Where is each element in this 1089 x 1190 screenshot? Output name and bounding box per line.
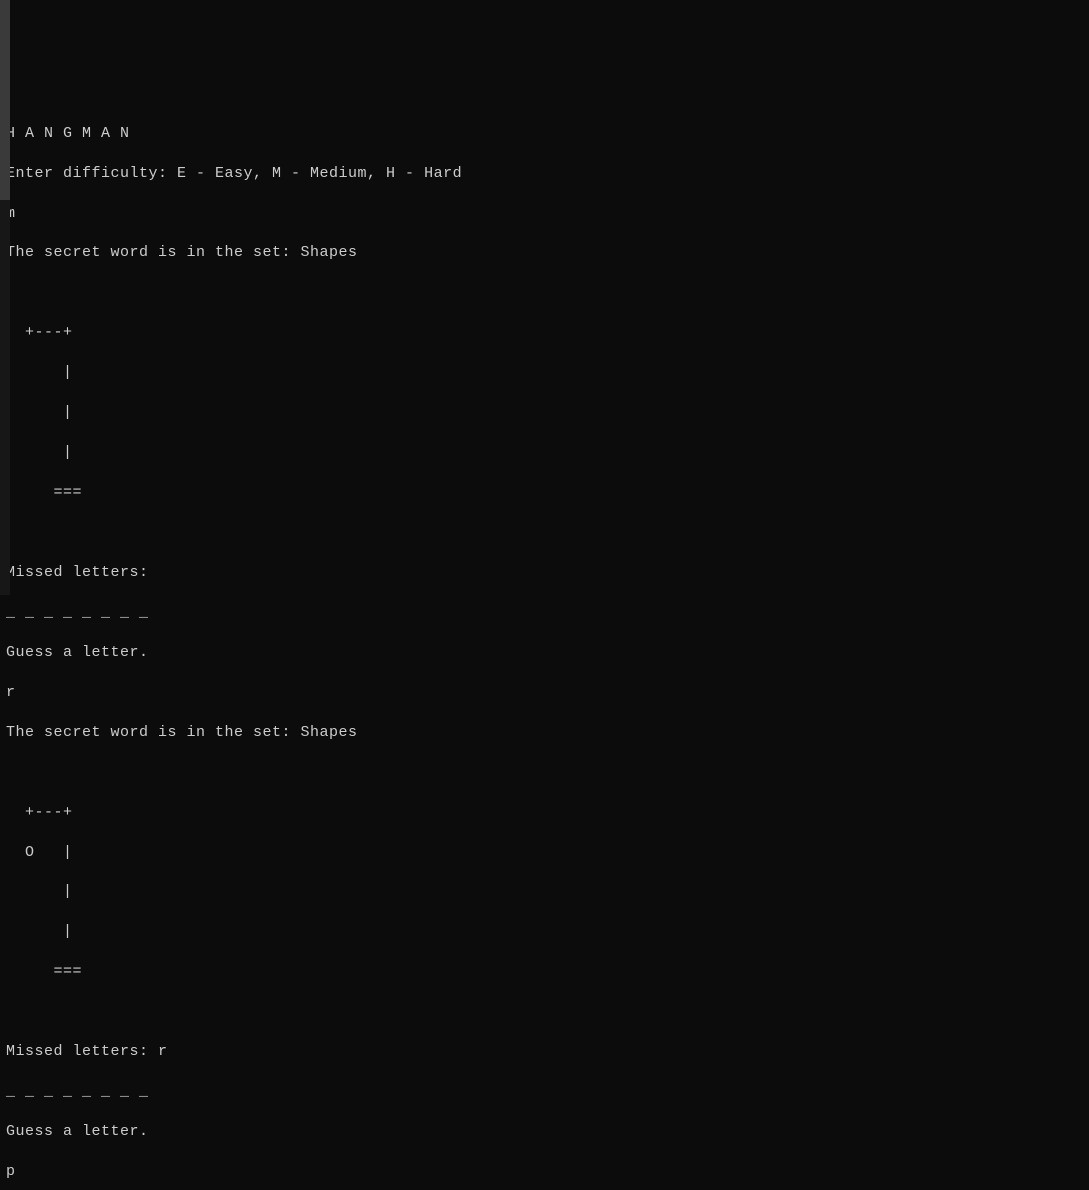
guess-prompt: Guess a letter.: [6, 1122, 1083, 1142]
guess-input: p: [6, 1162, 1083, 1182]
gallows-line: ===: [6, 962, 1083, 982]
gallows-line: +---+: [6, 323, 1083, 343]
blank-line: [6, 523, 1083, 543]
game-title: H A N G M A N: [6, 124, 1083, 144]
set-hint: The secret word is in the set: Shapes: [6, 243, 1083, 263]
scrollbar-thumb[interactable]: [0, 0, 10, 200]
gallows-line: |: [6, 403, 1083, 423]
gallows-line: O |: [6, 843, 1083, 863]
difficulty-input: m: [6, 204, 1083, 224]
blank-line: [6, 1002, 1083, 1022]
guess-prompt: Guess a letter.: [6, 643, 1083, 663]
difficulty-prompt: Enter difficulty: E - Easy, M - Medium, …: [6, 164, 1083, 184]
gallows-line: |: [6, 882, 1083, 902]
blank-line: [6, 763, 1083, 783]
gallows-line: |: [6, 922, 1083, 942]
word-blanks: _ _ _ _ _ _ _ _: [6, 603, 1083, 623]
missed-letters: Missed letters: r: [6, 1042, 1083, 1062]
gallows-line: +---+: [6, 803, 1083, 823]
gallows-line: |: [6, 363, 1083, 383]
guess-input: r: [6, 683, 1083, 703]
word-blanks: _ _ _ _ _ _ _ _: [6, 1082, 1083, 1102]
blank-line: [6, 283, 1083, 303]
set-hint: The secret word is in the set: Shapes: [6, 723, 1083, 743]
gallows-line: |: [6, 443, 1083, 463]
gallows-line: ===: [6, 483, 1083, 503]
missed-letters: Missed letters:: [6, 563, 1083, 583]
scrollbar-track[interactable]: [0, 0, 10, 595]
